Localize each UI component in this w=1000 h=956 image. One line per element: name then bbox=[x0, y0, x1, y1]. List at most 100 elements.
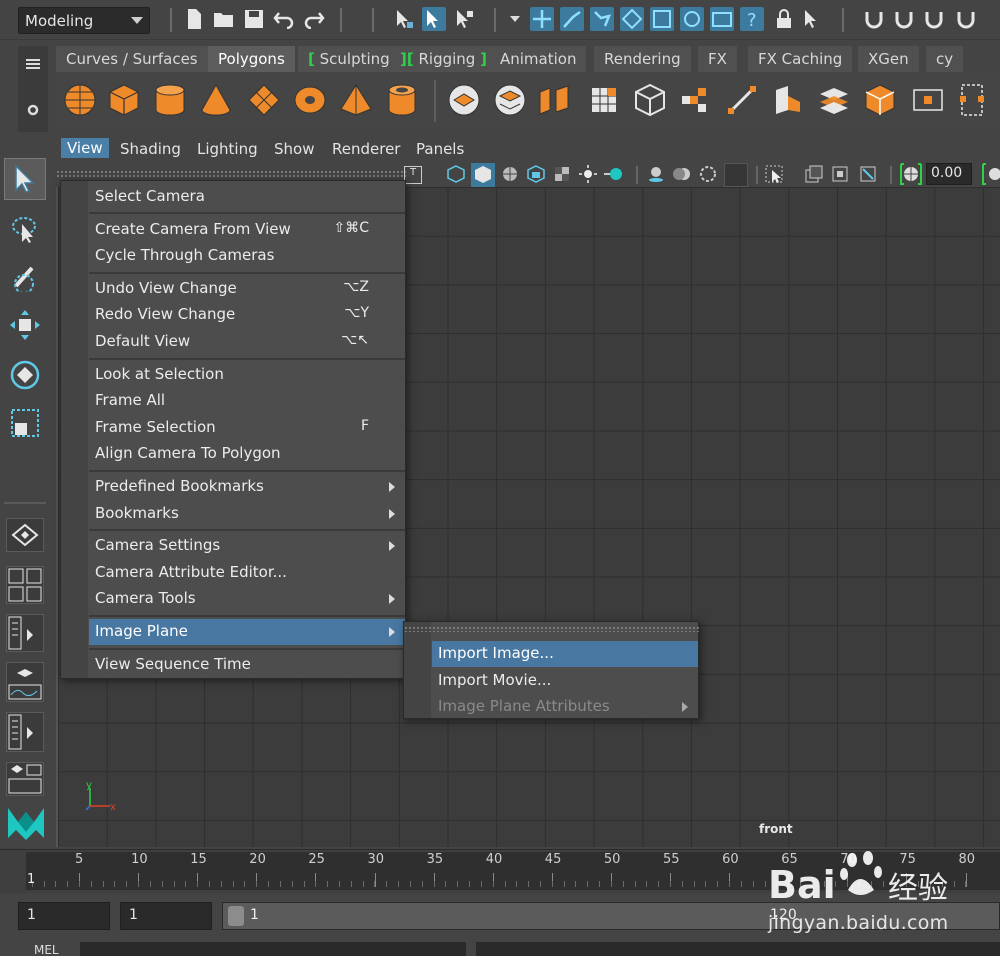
gear-icon[interactable] bbox=[25, 102, 41, 118]
magnet-icon[interactable] bbox=[922, 7, 946, 31]
magnet-icon[interactable] bbox=[954, 7, 978, 31]
tear-off-bar[interactable] bbox=[404, 626, 700, 632]
bridge-icon[interactable] bbox=[770, 82, 806, 118]
tab-polygons[interactable]: Polygons bbox=[208, 46, 295, 72]
textured-icon[interactable] bbox=[526, 164, 546, 184]
four-view-layout-button[interactable] bbox=[6, 566, 44, 604]
camera-exposure-icon[interactable] bbox=[898, 162, 924, 186]
poly-cube-icon[interactable] bbox=[106, 82, 142, 118]
menu-lighting[interactable]: Lighting bbox=[197, 140, 258, 158]
menu-item-view-sequence-time[interactable]: View Sequence Time bbox=[89, 652, 405, 678]
menu-item-default-view[interactable]: Default View ⌥↖ bbox=[89, 329, 405, 355]
xray-icon[interactable] bbox=[804, 164, 824, 184]
tab-rendering[interactable]: Rendering bbox=[594, 46, 691, 72]
poly-pyramid-icon[interactable] bbox=[338, 82, 374, 118]
smooth-shade-button[interactable] bbox=[471, 163, 495, 187]
snap-curve-icon[interactable] bbox=[560, 7, 584, 31]
motion-blur-icon[interactable] bbox=[672, 164, 694, 184]
isolate-select-icon[interactable] bbox=[764, 164, 786, 184]
tab-animation[interactable]: Animation bbox=[490, 46, 587, 72]
menu-item-import-image[interactable]: Import Image... bbox=[432, 641, 698, 667]
menu-view[interactable]: View bbox=[61, 138, 109, 158]
separate-icon[interactable] bbox=[492, 82, 528, 118]
menu-item-create-camera-from-view[interactable]: Create Camera From View ⇧⌘C bbox=[89, 217, 405, 243]
checker-icon[interactable] bbox=[552, 164, 572, 184]
anti-alias-icon[interactable] bbox=[698, 164, 718, 184]
menu-item-align-camera-to-polygon[interactable]: Align Camera To Polygon bbox=[89, 441, 405, 467]
wireframe-icon[interactable] bbox=[446, 164, 466, 184]
animation-start-field[interactable]: 1 bbox=[120, 902, 212, 930]
menu-item-import-movie[interactable]: Import Movie... bbox=[432, 668, 698, 694]
snap-grid-icon[interactable] bbox=[530, 7, 554, 31]
extrude-icon[interactable] bbox=[724, 82, 760, 118]
render-layout-button[interactable] bbox=[6, 762, 44, 796]
chevron-down-icon[interactable] bbox=[508, 7, 522, 31]
poly-cylinder-icon[interactable] bbox=[152, 82, 188, 118]
tear-off-bar[interactable] bbox=[56, 170, 406, 177]
tab-fx-caching[interactable]: FX Caching bbox=[748, 46, 853, 72]
tab-curves-surfaces[interactable]: Curves / Surfaces bbox=[56, 46, 208, 72]
shadows-icon[interactable] bbox=[602, 164, 626, 184]
xray-components-icon[interactable] bbox=[858, 164, 878, 184]
xray-joints-icon[interactable] bbox=[830, 164, 850, 184]
render-frame-icon[interactable] bbox=[710, 7, 734, 31]
rotate-tool-button[interactable] bbox=[4, 354, 46, 396]
tab-rigging[interactable]: ][ Rigging ] bbox=[390, 46, 497, 72]
tab-sculpting[interactable]: [ Sculpting bbox=[298, 46, 400, 72]
range-slider-handle[interactable] bbox=[228, 906, 244, 926]
save-scene-icon[interactable] bbox=[242, 7, 266, 31]
menu-renderer[interactable]: Renderer bbox=[332, 140, 400, 158]
scale-tool-button[interactable] bbox=[4, 402, 46, 444]
fill-hole-icon[interactable] bbox=[862, 82, 898, 118]
magnet-icon[interactable] bbox=[862, 7, 886, 31]
history-icon[interactable] bbox=[680, 7, 704, 31]
menu-item-undo-view-change[interactable]: Undo View Change ⌥Z bbox=[89, 276, 405, 302]
menu-item-camera-tools[interactable]: Camera Tools bbox=[89, 586, 405, 612]
menu-item-bookmarks[interactable]: Bookmarks bbox=[89, 501, 405, 527]
undo-icon[interactable] bbox=[272, 7, 296, 31]
select-lock-icon[interactable] bbox=[800, 7, 824, 31]
single-perspective-layout-button[interactable] bbox=[6, 518, 44, 552]
menu-item-frame-selection[interactable]: Frame Selection F bbox=[89, 415, 405, 441]
lasso-tool-button[interactable] bbox=[4, 208, 46, 250]
start-time-field[interactable]: 1 bbox=[18, 902, 110, 930]
snap-point-icon[interactable] bbox=[590, 7, 614, 31]
wireframe-on-shaded-icon[interactable] bbox=[500, 164, 520, 184]
poly-cone-icon[interactable] bbox=[198, 82, 234, 118]
menu-item-select-camera[interactable]: Select Camera bbox=[89, 184, 405, 210]
command-input[interactable] bbox=[80, 942, 466, 956]
tab-cy[interactable]: cy bbox=[926, 46, 964, 72]
new-scene-icon[interactable] bbox=[182, 7, 206, 31]
menu-item-look-at-selection[interactable]: Look at Selection bbox=[89, 362, 405, 388]
menu-item-image-plane[interactable]: Image Plane bbox=[89, 619, 405, 645]
menu-item-predefined-bookmarks[interactable]: Predefined Bookmarks bbox=[89, 474, 405, 500]
light-icon[interactable] bbox=[578, 164, 598, 184]
select-component-icon[interactable] bbox=[452, 7, 476, 31]
mirror-icon[interactable] bbox=[678, 82, 714, 118]
select-tool-button[interactable] bbox=[4, 158, 46, 200]
help-icon[interactable]: ? bbox=[740, 7, 764, 31]
menu-panels[interactable]: Panels bbox=[416, 140, 464, 158]
combine-icon[interactable] bbox=[446, 82, 482, 118]
tab-xgen[interactable]: XGen bbox=[858, 46, 919, 72]
bevel-icon[interactable] bbox=[816, 82, 852, 118]
select-object-icon[interactable] bbox=[422, 7, 446, 31]
snap-view-plane-icon[interactable] bbox=[620, 7, 644, 31]
exposure-field[interactable]: 0.00 bbox=[926, 163, 972, 185]
menu-item-redo-view-change[interactable]: Redo View Change ⌥Y bbox=[89, 302, 405, 328]
outliner-layout-button[interactable] bbox=[6, 614, 44, 652]
gamma-icon[interactable] bbox=[980, 162, 1000, 186]
menu-item-camera-settings[interactable]: Camera Settings bbox=[89, 533, 405, 559]
paint-select-tool-button[interactable] bbox=[4, 256, 46, 298]
poly-torus-icon[interactable] bbox=[292, 82, 328, 118]
select-hierarchy-icon[interactable] bbox=[392, 7, 416, 31]
tab-fx[interactable]: FX bbox=[698, 46, 737, 72]
menu-show[interactable]: Show bbox=[274, 140, 314, 158]
menu-shading[interactable]: Shading bbox=[120, 140, 181, 158]
move-tool-button[interactable] bbox=[4, 304, 46, 346]
redo-icon[interactable] bbox=[302, 7, 326, 31]
poly-plane-icon[interactable] bbox=[246, 82, 282, 118]
smooth-icon[interactable] bbox=[586, 82, 622, 118]
hypershade-layout-button[interactable] bbox=[6, 712, 44, 752]
reduce-icon[interactable] bbox=[632, 82, 668, 118]
